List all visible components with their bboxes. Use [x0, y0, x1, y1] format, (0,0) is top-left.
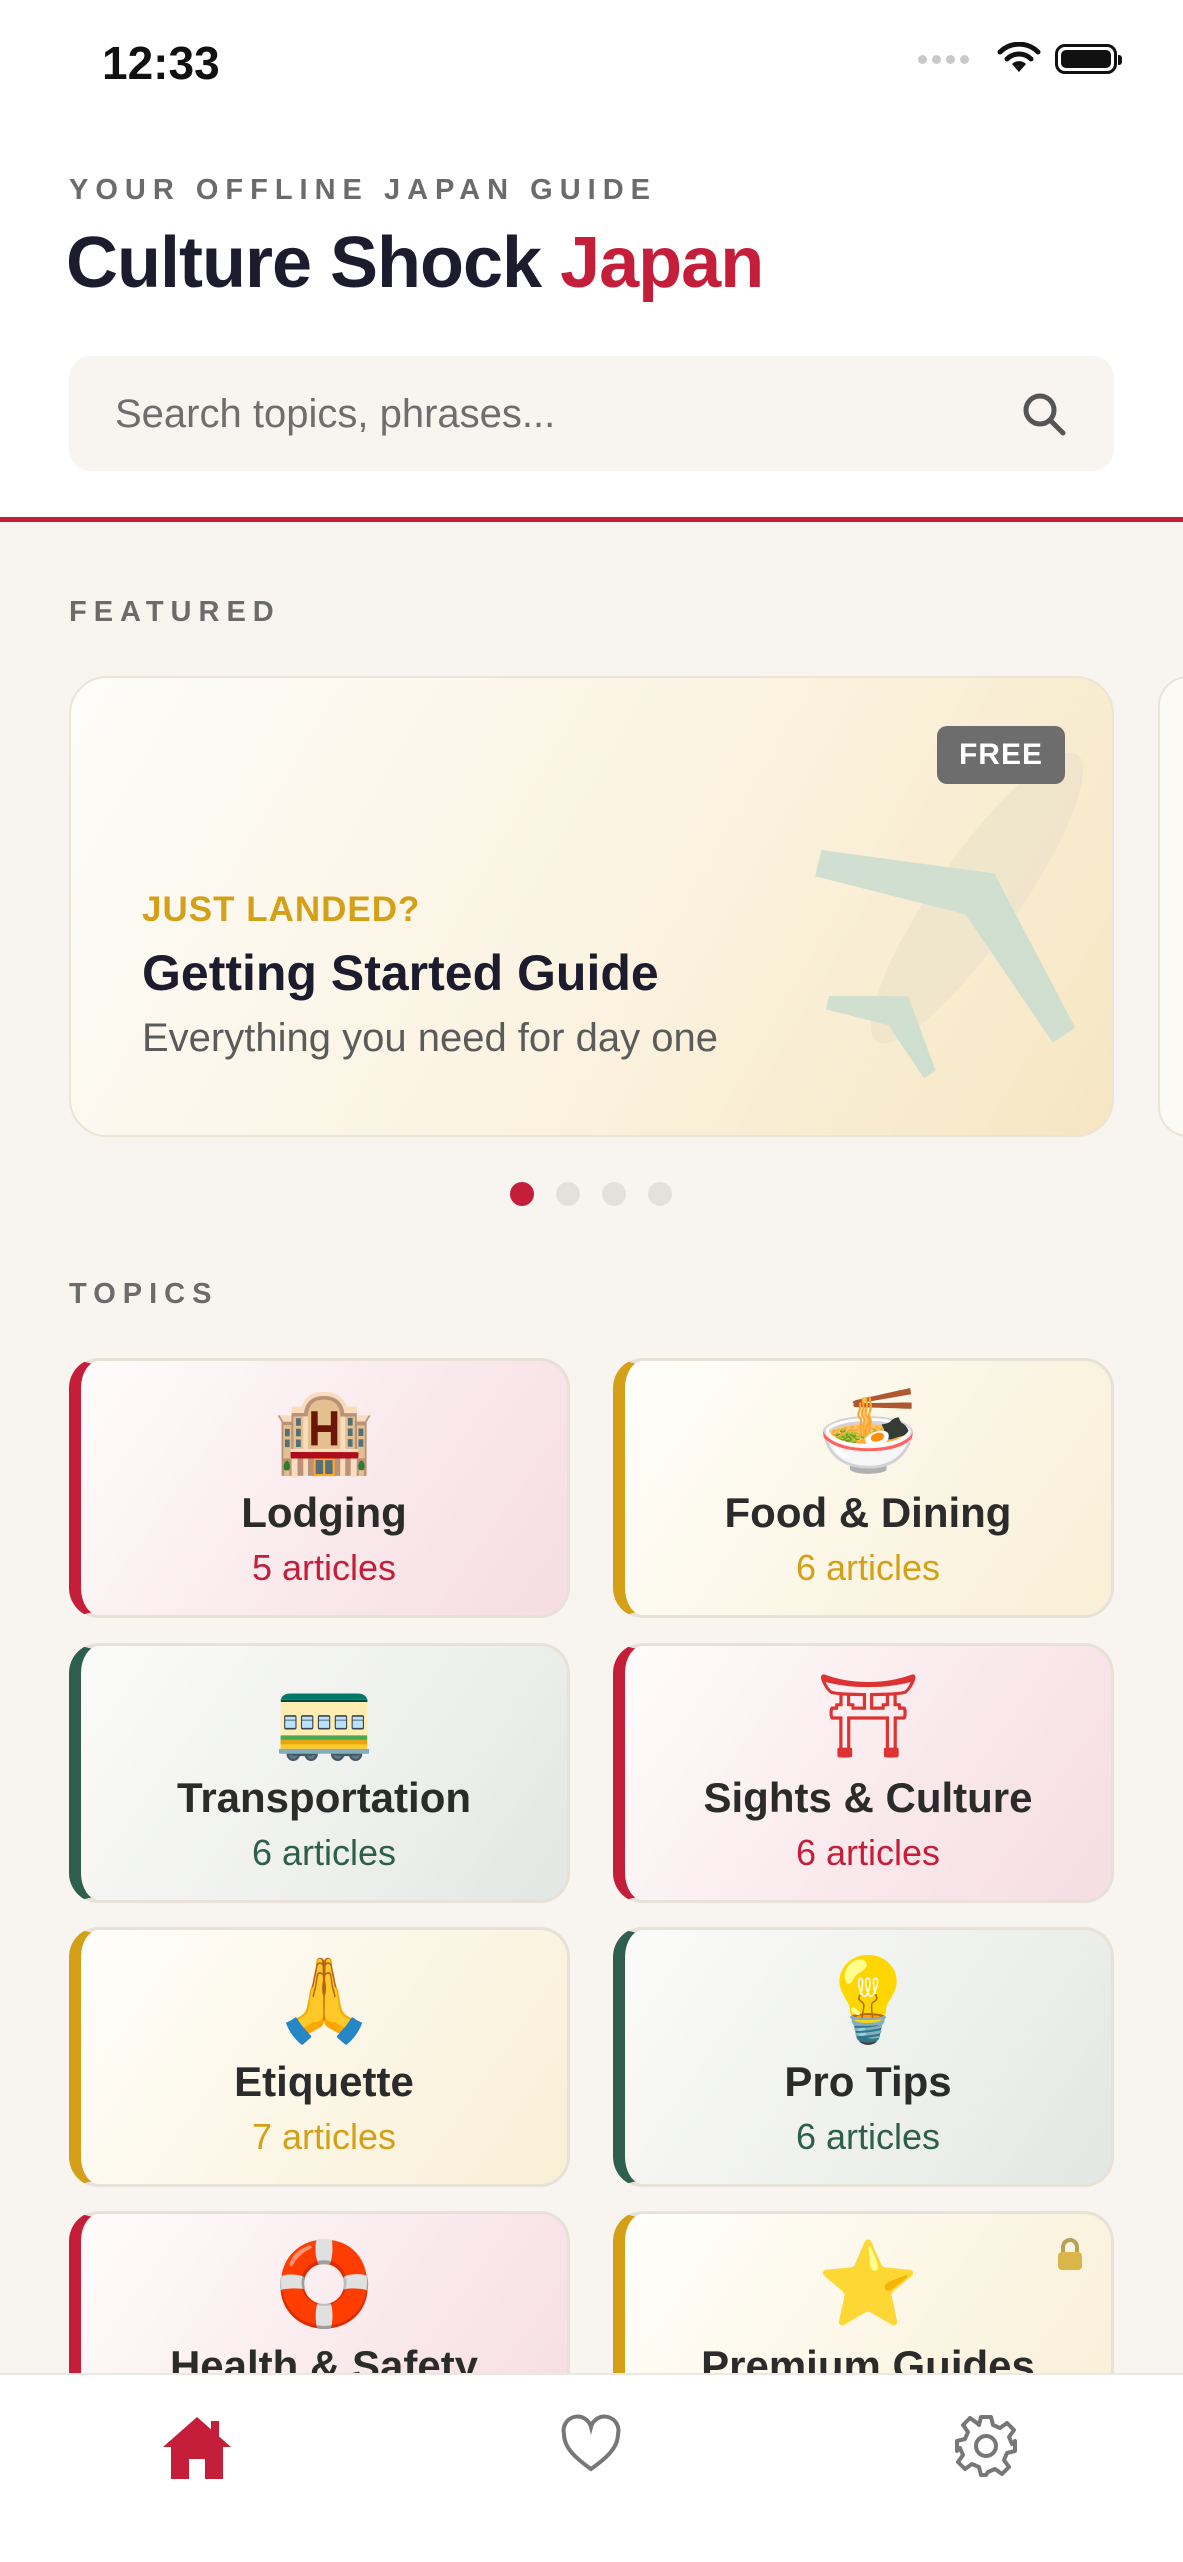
topic-card-etiquette[interactable]: 🙏 Etiquette 7 articles	[69, 1927, 570, 2187]
featured-section-label: FEATURED	[69, 596, 281, 628]
status-time: 12:33	[102, 37, 220, 89]
battery-icon	[1055, 44, 1122, 74]
topic-card-transportation[interactable]: 🚃 Transportation 6 articles	[69, 1643, 570, 1903]
topics-section-label: TOPICS	[69, 1278, 219, 1310]
lifebuoy-icon: 🛟	[272, 2237, 376, 2332]
topic-title: Sights & Culture	[703, 1774, 1033, 1821]
app-title-accent: Japan	[560, 223, 764, 303]
featured-overline: JUST LANDED?	[142, 890, 421, 929]
search-placeholder: Search topics, phrases...	[115, 392, 556, 436]
page-dot-1[interactable]	[510, 1182, 534, 1206]
topic-card-pro-tips[interactable]: 💡 Pro Tips 6 articles	[613, 1927, 1114, 2187]
cellular-signal-icon	[918, 54, 969, 64]
topic-article-count: 6 articles	[251, 1832, 397, 1873]
status-icons	[918, 42, 1122, 76]
featured-card-getting-started[interactable]: FREE JUST LANDED? Getting Started Guide …	[69, 676, 1114, 1137]
search-icon[interactable]	[1020, 390, 1068, 438]
wifi-icon	[997, 42, 1041, 72]
topic-card-sights-culture[interactable]: ⛩ Sights & Culture 6 articles	[613, 1643, 1114, 1903]
topic-title: Lodging	[241, 1489, 407, 1536]
featured-card-next-peek[interactable]	[1158, 676, 1183, 1137]
free-badge: FREE	[936, 726, 1065, 784]
topic-article-count: 7 articles	[251, 2116, 397, 2157]
topic-title: Transportation	[176, 1774, 472, 1821]
topic-title: Etiquette	[234, 2058, 414, 2105]
page-dot-2[interactable]	[556, 1182, 580, 1206]
featured-subtitle: Everything you need for day one	[142, 1016, 718, 1060]
hotel-icon: 🏨	[272, 1384, 376, 1479]
featured-title: Getting Started Guide	[142, 945, 659, 1001]
app-title: Culture Shock Japan	[66, 222, 764, 304]
app-header: 12:33 YOUR OFFLINE JAPAN GUIDE Culture S…	[0, 0, 1183, 522]
topic-article-count: 6 articles	[795, 1832, 941, 1873]
home-icon[interactable]	[161, 2413, 233, 2483]
noodle-bowl-icon: 🍜	[816, 1384, 920, 1479]
train-icon: 🚃	[272, 1669, 376, 1764]
torii-gate-icon: ⛩	[815, 1669, 921, 1764]
topic-article-count: 6 articles	[795, 1547, 941, 1588]
topic-title: Food & Dining	[724, 1489, 1012, 1536]
heart-icon[interactable]	[560, 2413, 622, 2475]
app-tagline: YOUR OFFLINE JAPAN GUIDE	[69, 174, 657, 206]
page-dot-4[interactable]	[648, 1182, 672, 1206]
page-dot-3[interactable]	[602, 1182, 626, 1206]
topic-card-food-dining[interactable]: 🍜 Food & Dining 6 articles	[613, 1358, 1114, 1618]
light-bulb-icon: 💡	[816, 1953, 920, 2048]
gear-icon[interactable]	[953, 2413, 1019, 2479]
carousel-page-indicator[interactable]	[510, 1182, 672, 1206]
bottom-tab-bar	[0, 2373, 1183, 2562]
folded-hands-icon: 🙏	[272, 1953, 376, 2048]
search-input[interactable]: Search topics, phrases...	[69, 356, 1114, 471]
topic-article-count: 5 articles	[251, 1547, 397, 1588]
app-title-main: Culture Shock	[66, 223, 542, 303]
star-icon: ⭐	[816, 2237, 920, 2332]
topic-title: Pro Tips	[784, 2058, 952, 2105]
topic-card-lodging[interactable]: 🏨 Lodging 5 articles	[69, 1358, 570, 1618]
topic-article-count: 6 articles	[795, 2116, 941, 2157]
